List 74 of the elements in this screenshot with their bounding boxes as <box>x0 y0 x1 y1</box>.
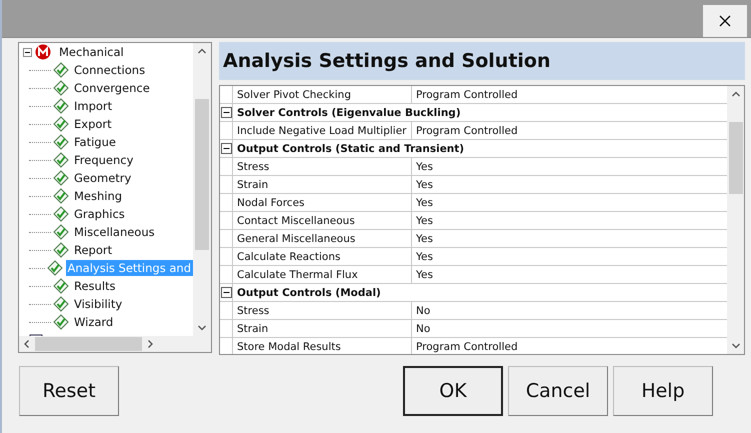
check-icon <box>53 152 69 168</box>
check-icon <box>53 206 69 222</box>
property-value[interactable]: Yes <box>412 266 727 283</box>
property-name: Strain <box>233 176 412 193</box>
category-heading: Output Controls (Modal) <box>236 286 381 300</box>
dialog-button[interactable]: Cancel <box>508 366 608 416</box>
tree-item[interactable]: Results <box>72 278 118 294</box>
property-value[interactable]: No <box>412 320 727 337</box>
collapse-toggle-icon[interactable] <box>23 48 32 56</box>
check-icon <box>53 296 69 312</box>
dialog-button[interactable]: OK <box>403 366 503 416</box>
property-value[interactable]: Program Controlled <box>412 338 727 354</box>
check-icon <box>53 170 69 186</box>
tree-item[interactable]: Graphics <box>72 206 127 222</box>
property-value[interactable]: Yes <box>412 212 727 229</box>
tree-item[interactable]: Import <box>72 98 114 114</box>
check-icon <box>53 134 69 150</box>
tree-item[interactable]: Geometry <box>72 170 134 186</box>
property-value[interactable]: Yes <box>412 248 727 265</box>
tree-item[interactable]: Wizard <box>72 314 116 330</box>
check-icon <box>53 188 69 204</box>
property-name: Solver Pivot Checking <box>233 86 412 103</box>
category-heading: Solver Controls (Eigenvalue Buckling) <box>236 106 461 120</box>
scroll-thumb[interactable] <box>195 99 209 250</box>
tree-item[interactable]: Miscellaneous <box>72 224 157 240</box>
scroll-thumb[interactable] <box>35 337 142 351</box>
close-button[interactable] <box>703 5 747 37</box>
horizontal-scrollbar[interactable] <box>19 336 211 352</box>
tree-item[interactable]: Connections <box>72 62 148 78</box>
check-icon <box>53 224 69 240</box>
vertical-scrollbar[interactable] <box>727 86 744 354</box>
property-value[interactable]: Yes <box>412 194 727 211</box>
scroll-thumb[interactable] <box>728 122 742 194</box>
property-name: General Miscellaneous <box>233 230 412 247</box>
property-value[interactable]: No <box>412 302 727 319</box>
property-name: Calculate Thermal Flux <box>233 266 412 283</box>
property-value[interactable]: Yes <box>412 176 727 193</box>
category-heading: Output Controls (Static and Transient) <box>236 142 464 156</box>
tree-item[interactable]: Export <box>72 116 114 132</box>
collapse-toggle-icon[interactable] <box>220 287 232 298</box>
check-icon <box>53 98 69 114</box>
check-icon <box>53 80 69 96</box>
tree-item[interactable]: Frequency <box>72 152 136 168</box>
property-name: Calculate Reactions <box>233 248 412 265</box>
panel-title: Analysis Settings and Solution <box>223 50 551 72</box>
tree-item[interactable]: Convergence <box>72 80 152 96</box>
property-name: Strain <box>233 320 412 337</box>
check-icon <box>53 116 69 132</box>
tree-item[interactable]: Mechanical <box>57 44 126 60</box>
property-name: Stress <box>233 302 412 319</box>
check-icon <box>53 314 69 330</box>
check-icon <box>46 260 62 276</box>
property-value[interactable]: Yes <box>412 230 727 247</box>
check-icon <box>53 278 69 294</box>
check-icon <box>53 242 69 258</box>
dialog-button[interactable]: Help <box>613 366 713 416</box>
property-name: Stress <box>233 158 412 175</box>
property-name: Contact Miscellaneous <box>233 212 412 229</box>
property-name: Store Modal Results <box>233 338 412 354</box>
tree-item[interactable]: Meshing <box>72 188 124 204</box>
collapse-toggle-icon[interactable] <box>220 143 232 154</box>
tree-item[interactable]: Report <box>72 242 114 258</box>
check-icon <box>53 62 69 78</box>
property-name: Include Negative Load Multiplier <box>233 122 412 139</box>
property-value[interactable]: Yes <box>412 158 727 175</box>
tree-item[interactable]: Fatigue <box>72 134 118 150</box>
tree-item[interactable]: Visibility <box>72 296 124 312</box>
property-value[interactable]: Program Controlled <box>412 86 727 103</box>
property-value[interactable]: Program Controlled <box>412 122 727 139</box>
reset-button[interactable]: Reset <box>19 366 119 416</box>
property-name: Nodal Forces <box>233 194 412 211</box>
vertical-scrollbar[interactable] <box>193 43 211 336</box>
collapse-toggle-icon[interactable] <box>220 107 232 118</box>
close-icon <box>719 15 731 27</box>
